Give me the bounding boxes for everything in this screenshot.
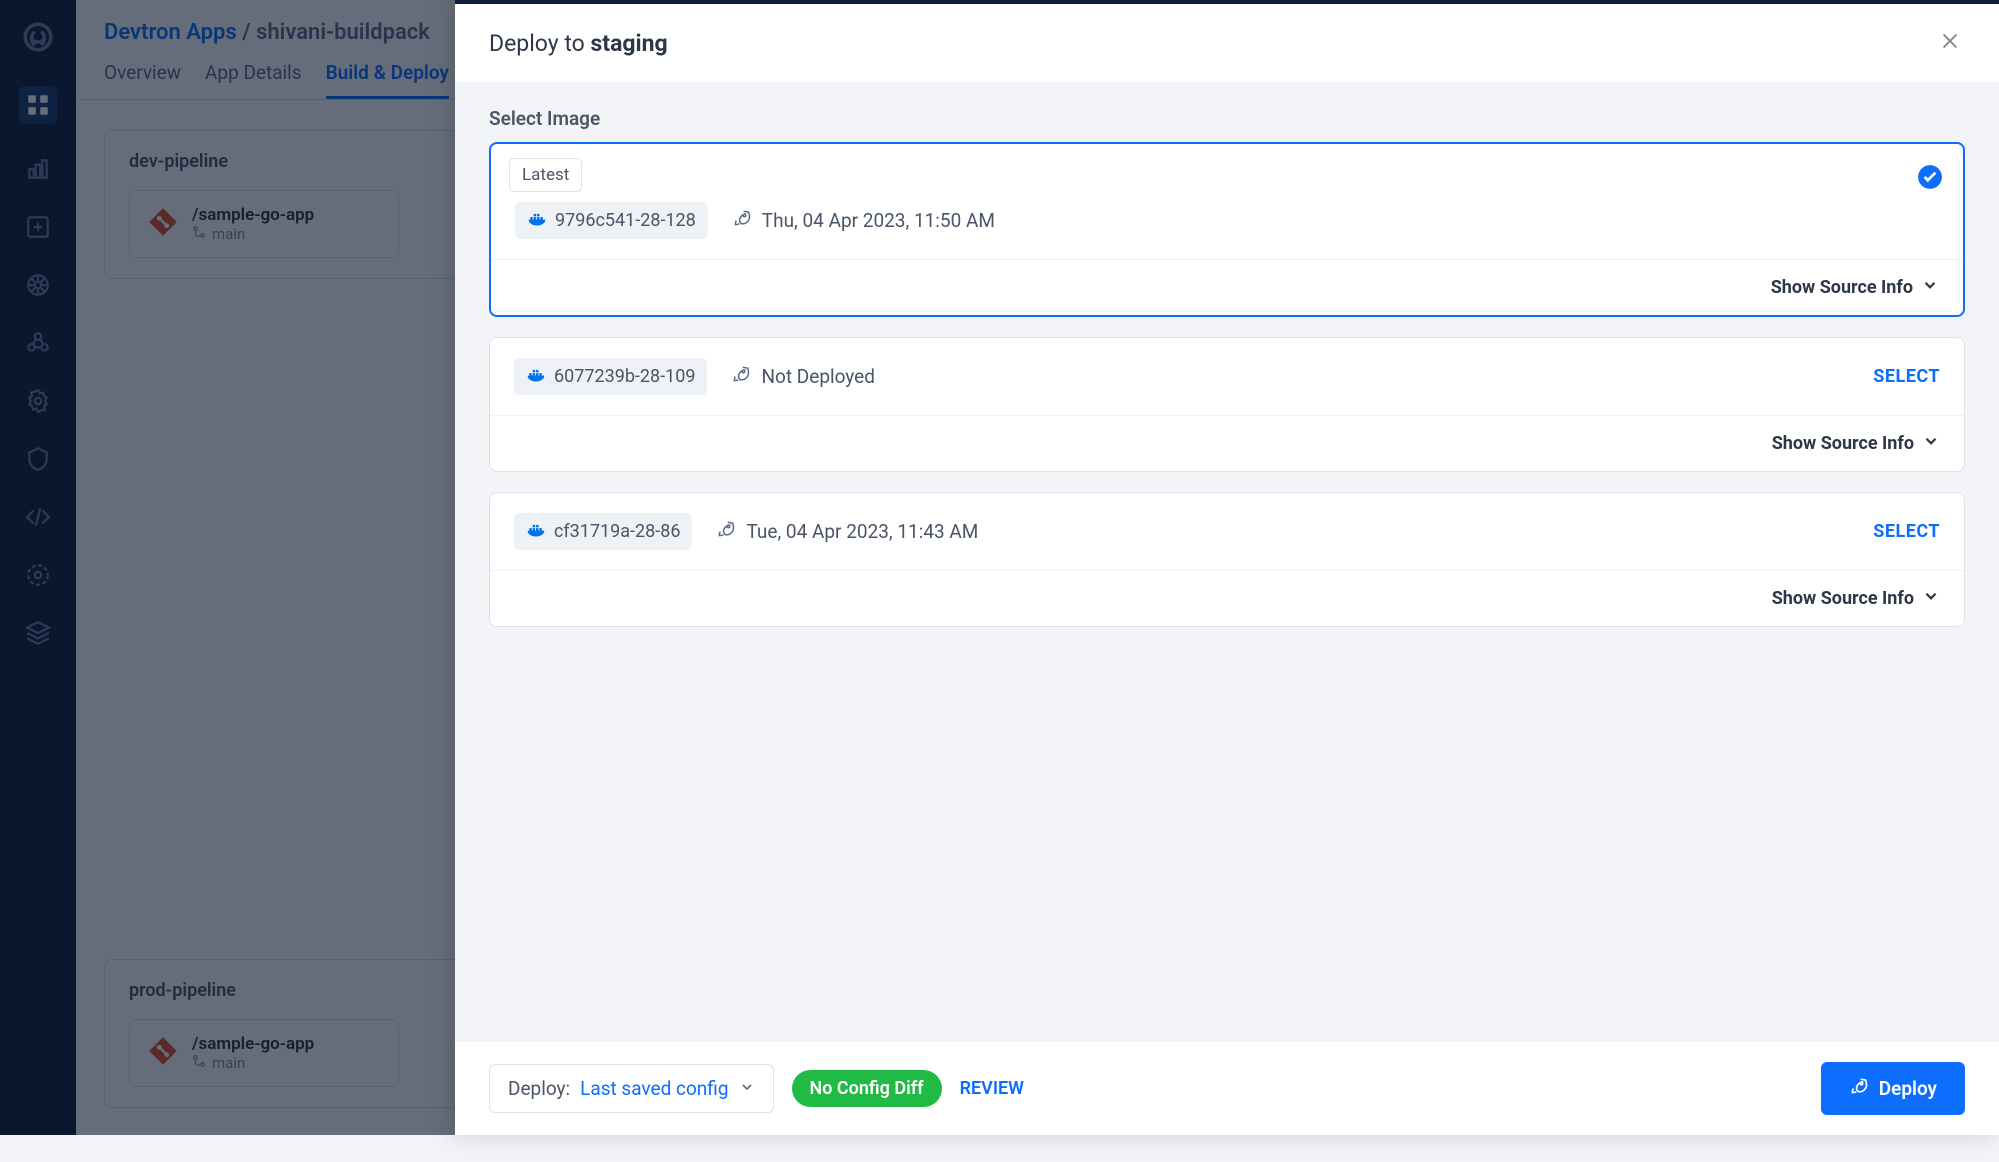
image-card[interactable]: 6077239b-28-109 Not Deployed SELECT Show… <box>489 337 1965 472</box>
select-button[interactable]: SELECT <box>1873 366 1940 387</box>
deploy-info: Thu, 04 Apr 2023, 11:50 AM <box>732 208 995 233</box>
show-source-info-toggle[interactable]: Show Source Info <box>1771 276 1939 299</box>
chevron-down-icon <box>1922 432 1940 455</box>
rocket-icon <box>1849 1076 1869 1101</box>
modal-header: Deploy to staging <box>455 4 1999 83</box>
chevron-down-icon <box>739 1077 755 1100</box>
close-button[interactable] <box>1935 26 1965 60</box>
rocket-icon <box>716 519 736 544</box>
show-source-info-toggle[interactable]: Show Source Info <box>1772 432 1940 455</box>
docker-icon <box>526 364 546 389</box>
review-button[interactable]: REVIEW <box>960 1078 1024 1099</box>
latest-badge: Latest <box>509 158 582 192</box>
check-circle-icon <box>1917 164 1943 194</box>
image-tag: 9796c541-28-128 <box>515 202 708 239</box>
rocket-icon <box>731 364 751 389</box>
image-card[interactable]: cf31719a-28-86 Tue, 04 Apr 2023, 11:43 A… <box>489 492 1965 627</box>
deploy-info: Tue, 04 Apr 2023, 11:43 AM <box>716 519 978 544</box>
modal-footer: Deploy: Last saved config No Config Diff… <box>455 1041 1999 1135</box>
deploy-modal: Deploy to staging Select Image Latest 97… <box>455 0 1999 1135</box>
image-tag: cf31719a-28-86 <box>514 513 692 550</box>
docker-icon <box>527 208 547 233</box>
docker-icon <box>526 519 546 544</box>
modal-title: Deploy to staging <box>489 30 668 57</box>
deploy-info: Not Deployed <box>731 364 875 389</box>
rocket-icon <box>732 208 752 233</box>
select-button[interactable]: SELECT <box>1873 521 1940 542</box>
config-diff-badge: No Config Diff <box>792 1070 942 1107</box>
config-value: Last saved config <box>580 1077 728 1100</box>
deploy-config-selector[interactable]: Deploy: Last saved config <box>489 1064 774 1113</box>
image-list: Latest 9796c541-28-128 Thu, 04 Apr 2023,… <box>455 142 1999 1041</box>
chevron-down-icon <box>1922 587 1940 610</box>
image-tag: 6077239b-28-109 <box>514 358 707 395</box>
close-icon <box>1939 41 1961 56</box>
section-label: Select Image <box>455 83 1999 142</box>
chevron-down-icon <box>1921 276 1939 299</box>
deploy-button[interactable]: Deploy <box>1821 1062 1965 1115</box>
show-source-info-toggle[interactable]: Show Source Info <box>1772 587 1940 610</box>
image-card-selected[interactable]: Latest 9796c541-28-128 Thu, 04 Apr 2023,… <box>489 142 1965 317</box>
